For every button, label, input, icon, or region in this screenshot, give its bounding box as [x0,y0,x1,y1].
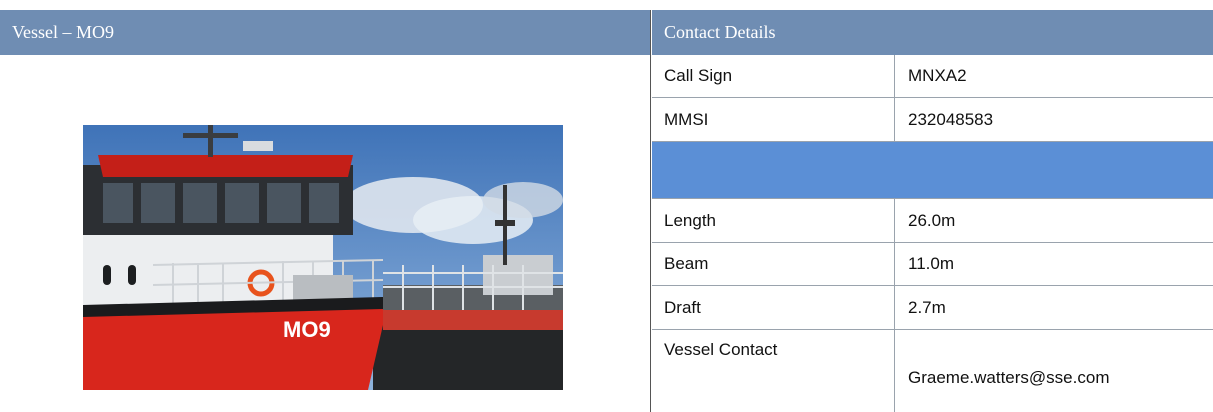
row-vessel-contact: Vessel Contact Graeme.watters@sse.com [652,330,1213,412]
value-draft: 2.7m [908,297,946,317]
row-length: Length 26.0m [652,199,1213,243]
row-mmsi: MMSI 232048583 [652,98,1213,142]
label-vessel-contact: Vessel Contact [652,330,895,412]
value-call-sign: MNXA2 [908,66,967,85]
hull-marking: MO9 [283,317,331,342]
label-call-sign: Call Sign [652,55,895,97]
vessel-title: Vessel – MO9 [12,22,114,42]
row-beam: Beam 11.0m [652,243,1213,286]
vessel-info-table: Vessel – MO9 Contact Details MO9 Call Si… [0,0,1213,412]
vessel-photo: MO9 [83,125,563,390]
label-beam: Beam [652,243,895,285]
label-draft: Draft [652,286,895,329]
value-length: 26.0m [908,210,956,230]
row-draft: Draft 2.7m [652,286,1213,330]
separator-row [652,142,1213,199]
row-call-sign: Call Sign MNXA2 [652,55,1213,98]
contact-header: Contact Details [652,10,1213,55]
contact-title: Contact Details [664,22,776,42]
label-mmsi: MMSI [652,98,895,141]
vessel-header: Vessel – MO9 [0,10,650,55]
value-beam: 11.0m [908,254,954,273]
label-length: Length [652,199,895,242]
column-divider [650,10,651,412]
value-mmsi: 232048583 [908,109,994,129]
value-vessel-contact: Graeme.watters@sse.com [908,368,1110,387]
